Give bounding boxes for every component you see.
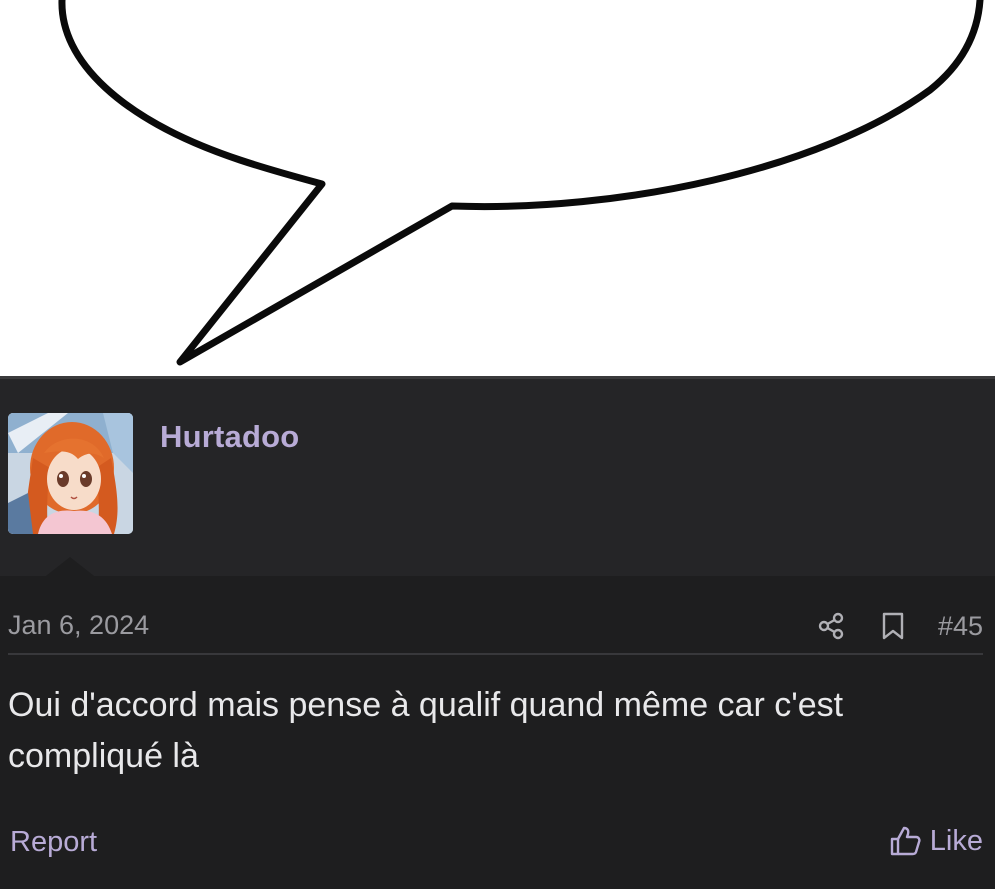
report-link[interactable]: Report — [10, 826, 97, 859]
speech-bubble-image — [0, 0, 995, 376]
post-number-link[interactable]: #45 — [938, 611, 983, 642]
thumbs-up-icon — [888, 824, 922, 858]
post-date[interactable]: Jan 6, 2024 — [8, 610, 149, 641]
like-label: Like — [929, 824, 983, 857]
like-button[interactable]: Like — [888, 824, 983, 858]
post-footer: Report Like — [8, 822, 983, 866]
post-message: Oui d'accord mais pense à qualif quand m… — [8, 686, 844, 775]
avatar[interactable] — [8, 413, 133, 534]
bookmark-icon[interactable] — [876, 609, 910, 643]
header-arrow — [42, 557, 98, 579]
speech-bubble-drawing — [58, 0, 984, 366]
meta-divider — [8, 653, 983, 655]
avatar-image — [8, 413, 133, 534]
share-icon[interactable] — [814, 609, 848, 643]
forum-post: Hurtadoo Jan 6, 2024 #45 Oui d'accord ma… — [0, 376, 995, 889]
page: Hurtadoo Jan 6, 2024 #45 Oui d'accord ma… — [0, 0, 995, 889]
post-actions: #45 — [814, 606, 983, 646]
post-meta-row: Jan 6, 2024 #45 — [8, 606, 983, 646]
username[interactable]: Hurtadoo — [160, 419, 299, 455]
user-header: Hurtadoo — [0, 379, 995, 579]
